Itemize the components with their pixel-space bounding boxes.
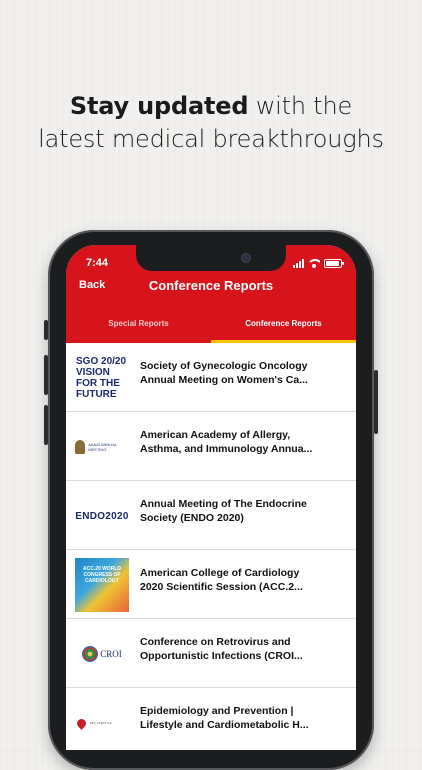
headline-bold: Stay updated — [69, 92, 249, 120]
aaaai-logo-text: AAAAI ANNUAL MEETING — [88, 442, 117, 452]
report-title-line2: 2020 Scientific Session (ACC.2... — [140, 581, 303, 593]
headline-line2: latest medical breakthroughs — [38, 125, 384, 153]
phone-screen: 7:44 Back Conference Reports Special Rep… — [66, 245, 356, 750]
status-icons — [293, 257, 344, 269]
report-title: Conference on Retrovirus and Opportunist… — [140, 635, 342, 663]
report-title: Society of Gynecologic Oncology Annual M… — [140, 359, 342, 387]
aaaai-logo: AAAAI ANNUAL MEETING — [75, 420, 129, 474]
phone-power-button — [374, 370, 378, 434]
report-title: Epidemiology and Prevention | Lifestyle … — [140, 704, 342, 732]
sgo-logo: SGO 20/20 VISION FOR THE FUTURE — [75, 351, 130, 405]
report-title-line1: American Academy of Allergy, — [140, 429, 291, 441]
tab-conference-reports[interactable]: Conference Reports — [211, 317, 356, 343]
signal-icon — [293, 258, 304, 268]
list-item[interactable]: AAAAI ANNUAL MEETING American Academy of… — [66, 412, 356, 481]
report-title-line2: Society (ENDO 2020) — [140, 512, 244, 524]
epi-logo-text: EPI | LIFESTYLE — [90, 721, 112, 725]
endo-logo: ENDO2020 — [75, 510, 129, 522]
list-item[interactable]: ENDO2020 Annual Meeting of The Endocrine… — [66, 481, 356, 550]
tab-bar: Special Reports Conference Reports — [66, 317, 356, 343]
wifi-icon — [308, 258, 320, 268]
list-item[interactable]: EPI | LIFESTYLE Epidemiology and Prevent… — [66, 688, 356, 750]
report-title-line2: Opportunistic Infections (CROI... — [140, 650, 303, 662]
epi-logo: EPI | LIFESTYLE — [75, 696, 131, 750]
report-title-line1: Annual Meeting of The Endocrine — [140, 498, 307, 510]
phone-mute-switch — [44, 320, 48, 340]
list-item[interactable]: ACC.20 WORLD CONGRESS OF CARDIOLOGY Amer… — [66, 550, 356, 619]
croi-logo: CROI — [75, 627, 129, 681]
report-title-line1: Society of Gynecologic Oncology — [140, 360, 308, 372]
report-title: American College of Cardiology 2020 Scie… — [140, 566, 342, 594]
report-title-line1: American College of Cardiology — [140, 567, 300, 579]
report-title: American Academy of Allergy, Asthma, and… — [140, 428, 342, 456]
list-item[interactable]: SGO 20/20 VISION FOR THE FUTURE Society … — [66, 343, 356, 412]
headline-rest: with the — [248, 92, 353, 120]
app-bar: 7:44 Back Conference Reports Special Rep… — [66, 245, 356, 343]
report-title-line2: Lifestyle and Cardiometabolic H... — [140, 719, 309, 731]
report-title: Annual Meeting of The Endocrine Society … — [140, 497, 342, 525]
acc-logo: ACC.20 WORLD CONGRESS OF CARDIOLOGY — [75, 558, 129, 612]
list-item[interactable]: CROI Conference on Retrovirus and Opport… — [66, 619, 356, 688]
battery-icon — [324, 258, 344, 268]
heart-icon — [75, 716, 88, 730]
headline: Stay updated with the latest medical bre… — [0, 90, 422, 156]
liberty-bell-icon — [75, 440, 86, 454]
globe-icon — [82, 646, 99, 662]
report-title-line2: Asthma, and Immunology Annua... — [140, 443, 313, 455]
report-title-line1: Conference on Retrovirus and — [140, 636, 291, 648]
page-title: Conference Reports — [148, 278, 274, 293]
sgo-logo-text: SGO 20/20 VISION FOR THE FUTURE — [76, 356, 127, 400]
croi-logo-text: CROI — [100, 649, 122, 659]
report-title-line2: Annual Meeting on Women's Ca... — [140, 374, 308, 386]
status-time: 7:44 — [86, 257, 109, 269]
phone-notch — [136, 245, 286, 271]
report-title-line1: Epidemiology and Prevention | — [140, 705, 294, 717]
camera-icon — [241, 253, 251, 263]
tab-special-reports[interactable]: Special Reports — [66, 317, 211, 343]
phone-volume-down — [44, 405, 48, 445]
phone-volume-up — [44, 355, 48, 395]
